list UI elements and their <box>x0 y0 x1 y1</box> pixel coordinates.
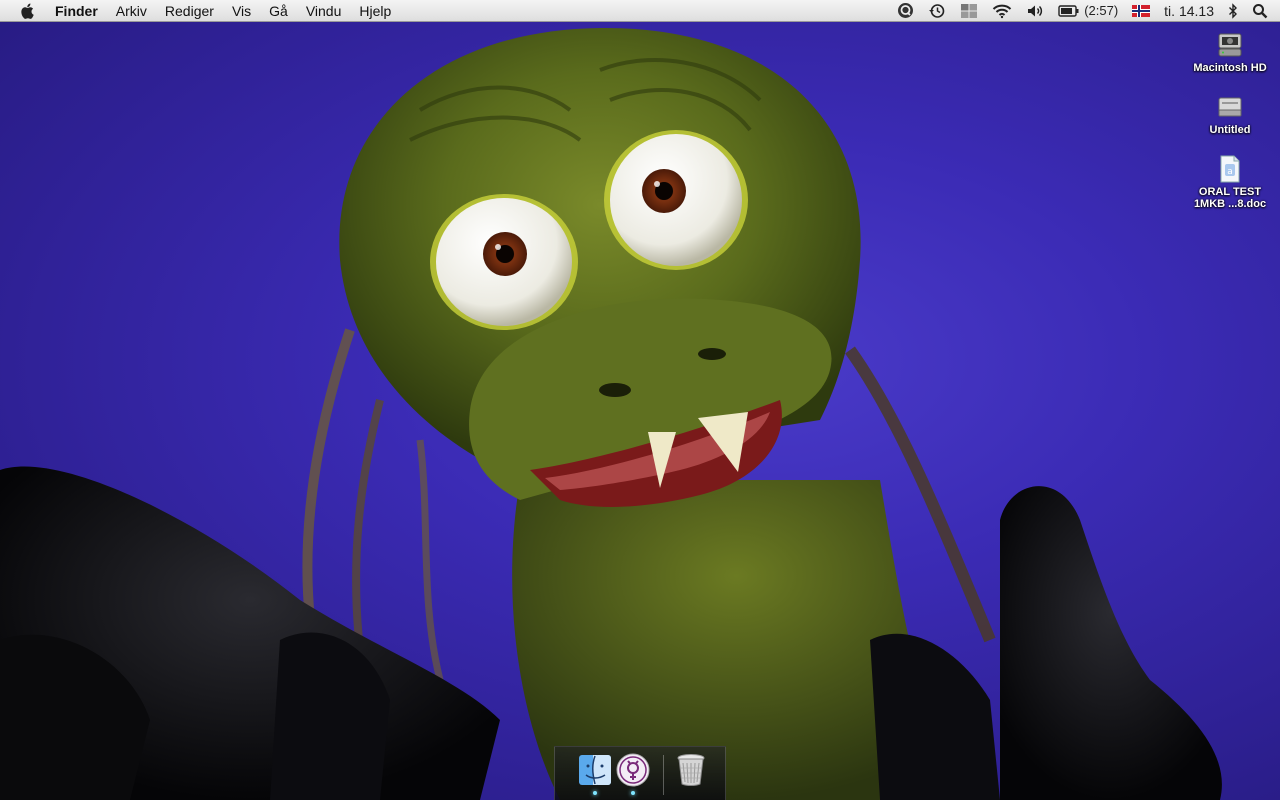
menu-extras: (2:57) ti. 14.13 <box>883 0 1280 22</box>
menu-hjelp[interactable]: Hjelp <box>350 0 400 22</box>
desktop-icon-untitled[interactable]: Untitled <box>1185 92 1275 136</box>
disk-icon <box>1215 92 1245 122</box>
desktop[interactable]: Finder Arkiv Rediger Vis Gå Vindu Hjelp <box>0 0 1280 800</box>
spotlight-icon[interactable] <box>1252 0 1268 22</box>
desktop-icon-macintosh-hd[interactable]: Macintosh HD <box>1185 30 1275 74</box>
wallpaper-image <box>0 27 1222 800</box>
menubar-clock[interactable]: ti. 14.13 <box>1164 0 1214 22</box>
document-icon: a <box>1215 154 1245 184</box>
hard-drive-icon <box>1215 30 1245 60</box>
norwegian-flag-icon[interactable] <box>1132 0 1151 22</box>
menu-left: Finder Arkiv Rediger Vis Gå Vindu Hjelp <box>0 0 400 22</box>
menu-bar: Finder Arkiv Rediger Vis Gå Vindu Hjelp <box>0 0 1280 22</box>
finder-running-indicator <box>593 791 597 795</box>
bluetooth-icon[interactable] <box>1228 0 1238 22</box>
menu-arkiv[interactable]: Arkiv <box>107 0 156 22</box>
menu-app-finder[interactable]: Finder <box>46 0 107 22</box>
menu-vindu[interactable]: Vindu <box>297 0 351 22</box>
trash-icon[interactable] <box>673 752 709 788</box>
battery-icon[interactable]: (2:57) <box>1058 0 1118 22</box>
desktop-icon-label: ORAL TEST 1MKB ...8.doc <box>1193 186 1267 210</box>
app-running-indicator <box>631 791 635 795</box>
volume-icon[interactable] <box>1026 0 1044 22</box>
dock <box>554 746 726 800</box>
gender-symbol-icon[interactable] <box>615 752 651 788</box>
wifi-icon[interactable] <box>992 0 1012 22</box>
quicksilver-icon[interactable] <box>897 0 914 22</box>
desktop-icon-label: Macintosh HD <box>1193 62 1267 74</box>
menu-ga[interactable]: Gå <box>260 0 297 22</box>
dock-separator <box>663 755 664 795</box>
spaces-icon[interactable] <box>960 0 978 22</box>
time-machine-icon[interactable] <box>928 0 946 22</box>
menu-vis[interactable]: Vis <box>223 0 260 22</box>
menu-rediger[interactable]: Rediger <box>156 0 223 22</box>
finder-icon[interactable] <box>577 752 613 788</box>
svg-text:a: a <box>1227 167 1233 177</box>
desktop-icon-oral-test-doc[interactable]: a ORAL TEST 1MKB ...8.doc <box>1185 154 1275 210</box>
apple-icon[interactable] <box>16 0 38 22</box>
desktop-icon-label: Untitled <box>1209 124 1251 136</box>
battery-time: (2:57) <box>1084 3 1119 18</box>
